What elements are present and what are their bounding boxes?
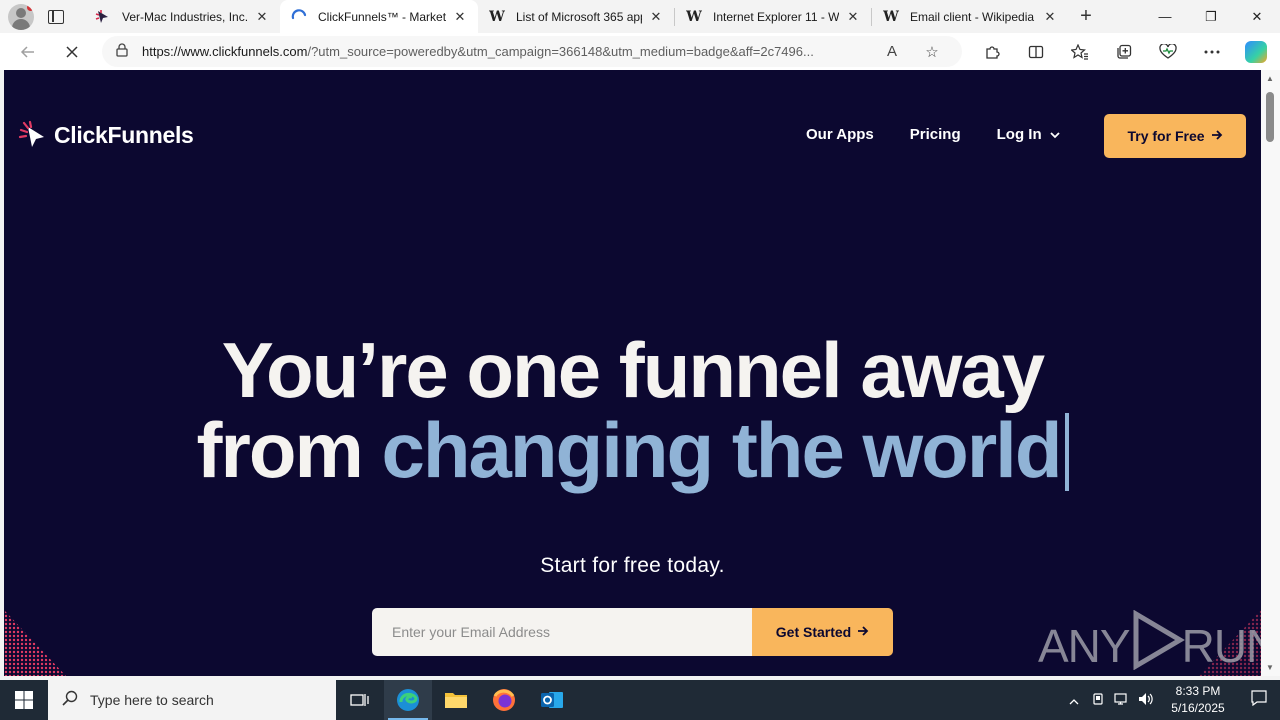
taskbar-clock[interactable]: 8:33 PM 5/16/2025 <box>1158 683 1238 717</box>
extensions-puzzle-icon[interactable] <box>970 33 1014 70</box>
window-controls: — ❐ ✕ <box>1142 0 1280 33</box>
browser-tab-bar: Ver-Mac Industries, Inc. ✕ ClickFunnels™… <box>0 0 1280 33</box>
favorite-star-icon[interactable]: ☆ <box>912 43 952 61</box>
email-input[interactable] <box>372 608 752 656</box>
url-domain: https://www.clickfunnels.com <box>142 44 308 59</box>
try-for-free-label: Try for Free <box>1127 128 1205 144</box>
clock-time: 8:33 PM <box>1175 684 1221 698</box>
url-text: https://www.clickfunnels.com/?utm_source… <box>142 44 872 59</box>
tab-close-icon[interactable]: ✕ <box>452 9 468 25</box>
file-explorer-icon[interactable] <box>432 680 480 720</box>
headline-line-2: from changing the world <box>4 410 1261 491</box>
new-tab-button[interactable]: + <box>1068 0 1104 33</box>
anyrun-watermark: ANY RUN <box>1038 609 1261 676</box>
close-window-button[interactable]: ✕ <box>1234 0 1280 33</box>
wikipedia-icon: W <box>686 8 702 25</box>
tab-close-icon[interactable]: ✕ <box>648 9 664 25</box>
network-icon[interactable] <box>1110 692 1134 709</box>
url-path: /?utm_source=poweredby&utm_campaign=3661… <box>307 44 814 59</box>
loading-spinner-icon <box>290 8 308 26</box>
split-screen-icon[interactable] <box>1014 33 1058 70</box>
tab-actions-icon[interactable] <box>48 9 64 24</box>
tab-close-icon[interactable]: ✕ <box>1042 9 1058 25</box>
watermark-left: ANY <box>1038 619 1131 672</box>
firefox-icon[interactable] <box>480 680 528 720</box>
main-nav: Our Apps Pricing Log In <box>806 126 1061 143</box>
wikipedia-icon: W <box>489 8 505 25</box>
tab-title: List of Microsoft 365 apps <box>516 9 642 24</box>
minimize-button[interactable]: — <box>1142 0 1188 33</box>
tab-ver-mac[interactable]: Ver-Mac Industries, Inc. ✕ <box>84 0 280 33</box>
headline-from: from <box>196 406 382 494</box>
taskbar-search-box[interactable]: Type here to search <box>48 680 336 720</box>
nav-our-apps[interactable]: Our Apps <box>806 126 874 143</box>
profile-avatar-icon[interactable] <box>8 3 34 30</box>
hero-subheadline: Start for free today. <box>540 554 725 577</box>
decorative-corner-left <box>4 610 66 676</box>
tab-title: ClickFunnels™ - Marketing <box>318 9 446 24</box>
brand-name: ClickFunnels <box>54 121 194 148</box>
copilot-icon[interactable] <box>1234 33 1278 70</box>
settings-more-icon[interactable] <box>1190 33 1234 70</box>
tab-email-client[interactable]: W Email client - Wikipedia ✕ <box>872 0 1068 33</box>
tab-close-icon[interactable]: ✕ <box>254 9 270 25</box>
tab-title: Ver-Mac Industries, Inc. <box>122 9 248 24</box>
headline-highlight: changing the world <box>381 406 1063 494</box>
tab-close-icon[interactable]: ✕ <box>845 9 861 25</box>
show-hidden-icons-chevron-icon[interactable] <box>1062 693 1086 708</box>
start-windows-icon[interactable] <box>0 680 48 720</box>
favorites-icon[interactable] <box>1058 33 1102 70</box>
play-triangle-icon <box>1126 609 1186 676</box>
url-field[interactable]: https://www.clickfunnels.com/?utm_source… <box>102 36 962 67</box>
tab-microsoft-365-apps[interactable]: W List of Microsoft 365 apps ✕ <box>478 0 674 33</box>
back-arrow-icon[interactable] <box>9 33 47 70</box>
search-icon <box>62 690 78 711</box>
lock-icon[interactable] <box>102 43 142 60</box>
typing-caret <box>1064 413 1069 491</box>
page-viewport: ClickFunnels Our Apps Pricing Log In Try… <box>4 70 1261 676</box>
restore-button[interactable]: ❐ <box>1188 0 1234 33</box>
read-aloud-icon[interactable]: A <box>872 43 912 60</box>
volume-icon[interactable] <box>1134 692 1158 709</box>
notification-center-icon[interactable] <box>1238 690 1280 710</box>
wikipedia-icon: W <box>883 8 899 25</box>
stop-loading-icon[interactable] <box>53 33 91 70</box>
system-tray: 8:33 PM 5/16/2025 <box>1062 680 1280 720</box>
try-for-free-button[interactable]: Try for Free <box>1104 114 1246 158</box>
device-status-icon[interactable] <box>1086 692 1110 709</box>
address-bar-row: https://www.clickfunnels.com/?utm_source… <box>0 33 1280 70</box>
search-placeholder: Type here to search <box>90 692 214 708</box>
clickfunnels-logo-icon <box>94 8 112 26</box>
get-started-button[interactable]: Get Started <box>752 608 893 656</box>
watermark-right: RUN <box>1181 619 1261 672</box>
tab-title: Email client - Wikipedia <box>910 9 1035 24</box>
headline-line-1: You’re one funnel away <box>221 326 1045 414</box>
clickfunnels-logo-icon <box>18 120 48 150</box>
tab-clickfunnels[interactable]: ClickFunnels™ - Marketing ✕ <box>280 0 478 33</box>
nav-log-in[interactable]: Log In <box>997 126 1061 143</box>
arrow-right-icon <box>857 624 869 640</box>
task-view-icon[interactable] <box>336 680 384 720</box>
arrow-right-icon <box>1211 128 1223 144</box>
scroll-up-icon[interactable]: ▲ <box>1266 74 1274 83</box>
tab-bar-left-controls <box>0 0 84 33</box>
browser-essentials-icon[interactable] <box>1146 33 1190 70</box>
get-started-label: Get Started <box>775 624 852 640</box>
nav-log-in-label: Log In <box>996 126 1042 143</box>
clock-date: 5/16/2025 <box>1171 701 1225 715</box>
scrollbar-thumb[interactable] <box>1266 92 1274 142</box>
nav-pricing[interactable]: Pricing <box>910 126 961 143</box>
scroll-down-icon[interactable]: ▼ <box>1266 663 1274 672</box>
outlook-icon[interactable] <box>528 680 576 720</box>
browser-toolbar <box>970 33 1278 70</box>
tab-internet-explorer-11[interactable]: W Internet Explorer 11 - Wiki ✕ <box>675 0 871 33</box>
collections-icon[interactable] <box>1102 33 1146 70</box>
clickfunnels-logo[interactable]: ClickFunnels <box>18 120 194 150</box>
chevron-down-icon <box>1048 131 1061 142</box>
tab-title: Internet Explorer 11 - Wiki <box>713 9 839 24</box>
page-scrollbar[interactable]: ▲ ▼ <box>1261 70 1280 676</box>
hero-headline: You’re one funnel away from changing the… <box>4 330 1261 491</box>
windows-taskbar: Type here to search 8:33 PM 5/16/2025 <box>0 680 1280 720</box>
edge-browser-icon[interactable] <box>384 680 432 720</box>
